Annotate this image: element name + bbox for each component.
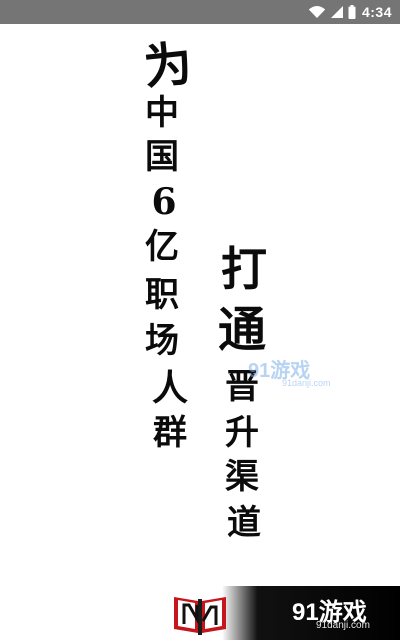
slogan-char-zhong: 中 bbox=[145, 93, 179, 133]
slogan-char-qun: 群 bbox=[153, 413, 187, 453]
slogan-char-wei: 为 bbox=[141, 35, 195, 97]
watermark-mid: 91游戏 91danji.com bbox=[248, 354, 332, 394]
slogan-char-da: 打 bbox=[221, 242, 267, 296]
slogan-char-guo: 国 bbox=[145, 137, 179, 177]
slogan-char-ren: 人 bbox=[151, 367, 188, 409]
slogan-char-zhi: 职 bbox=[145, 275, 179, 315]
watermark-bottom: 91游戏 91danji.com bbox=[292, 592, 396, 638]
signal-icon bbox=[330, 5, 344, 19]
status-time: 4:34 bbox=[361, 4, 392, 20]
status-bar: 4:34 bbox=[0, 0, 400, 24]
slogan-char-sheng: 升 bbox=[225, 413, 259, 453]
slogan-char-dao: 道 bbox=[227, 503, 261, 543]
wifi-icon bbox=[308, 5, 326, 19]
status-icons: 4:34 bbox=[308, 0, 392, 24]
watermark-bottom-sub: 91danji.com bbox=[316, 620, 370, 631]
slogan-char-yi: 亿 bbox=[145, 227, 179, 267]
splash-screen[interactable]: 为 中 国 6 亿 职 场 人 群 打 通 晋 升 渠 道 91游戏 91dan… bbox=[0, 24, 400, 640]
watermark-mid-sub: 91danji.com bbox=[282, 378, 331, 388]
slogan-char-qu: 渠 bbox=[225, 457, 259, 497]
battery-icon bbox=[348, 5, 356, 19]
slogan-char-tong: 通 bbox=[217, 302, 266, 358]
slogan-char-chang: 场 bbox=[145, 321, 179, 361]
slogan-char-six: 6 bbox=[151, 181, 177, 223]
book-logo-icon bbox=[168, 591, 232, 635]
